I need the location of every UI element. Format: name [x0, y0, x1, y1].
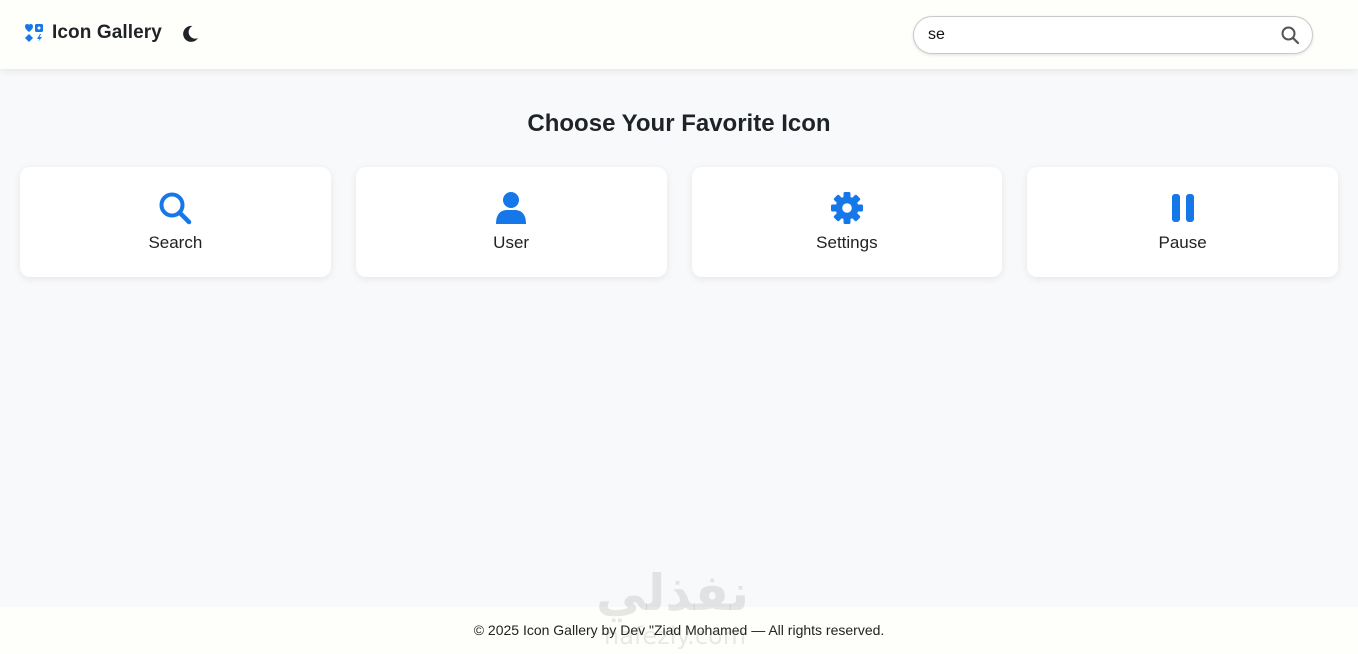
- icons-grid-icon: [25, 24, 43, 42]
- top-navbar: Icon Gallery: [0, 0, 1358, 69]
- icon-card-search[interactable]: Search: [20, 167, 331, 277]
- brand[interactable]: Icon Gallery: [24, 22, 162, 44]
- page-title: Choose Your Favorite Icon: [527, 110, 831, 137]
- search-input[interactable]: [928, 17, 1268, 53]
- app-title: Icon Gallery: [52, 22, 162, 43]
- pause-icon: [1171, 194, 1194, 222]
- icon-card-user[interactable]: User: [355, 167, 667, 277]
- icon-card-settings[interactable]: Settings: [691, 167, 1003, 277]
- icon-card-pause[interactable]: Pause: [1027, 167, 1338, 277]
- user-icon: [496, 192, 527, 224]
- icon-grid: Search User Settings Pause: [20, 167, 1338, 277]
- footer: © 2025 Icon Gallery by Dev "Ziad Mohamed…: [0, 607, 1358, 654]
- search-box: [913, 16, 1313, 54]
- gear-icon: [830, 192, 863, 224]
- icon-card-label: Pause: [1158, 233, 1207, 252]
- search-icon: [159, 192, 192, 225]
- icon-card-label: User: [493, 233, 530, 252]
- search-icon[interactable]: [1280, 25, 1300, 45]
- icon-card-label: Search: [148, 233, 203, 252]
- footer-copyright: © 2025 Icon Gallery by Dev "Ziad Mohamed…: [473, 622, 885, 638]
- icon-card-label: Settings: [816, 233, 878, 252]
- moon-icon[interactable]: [180, 24, 200, 44]
